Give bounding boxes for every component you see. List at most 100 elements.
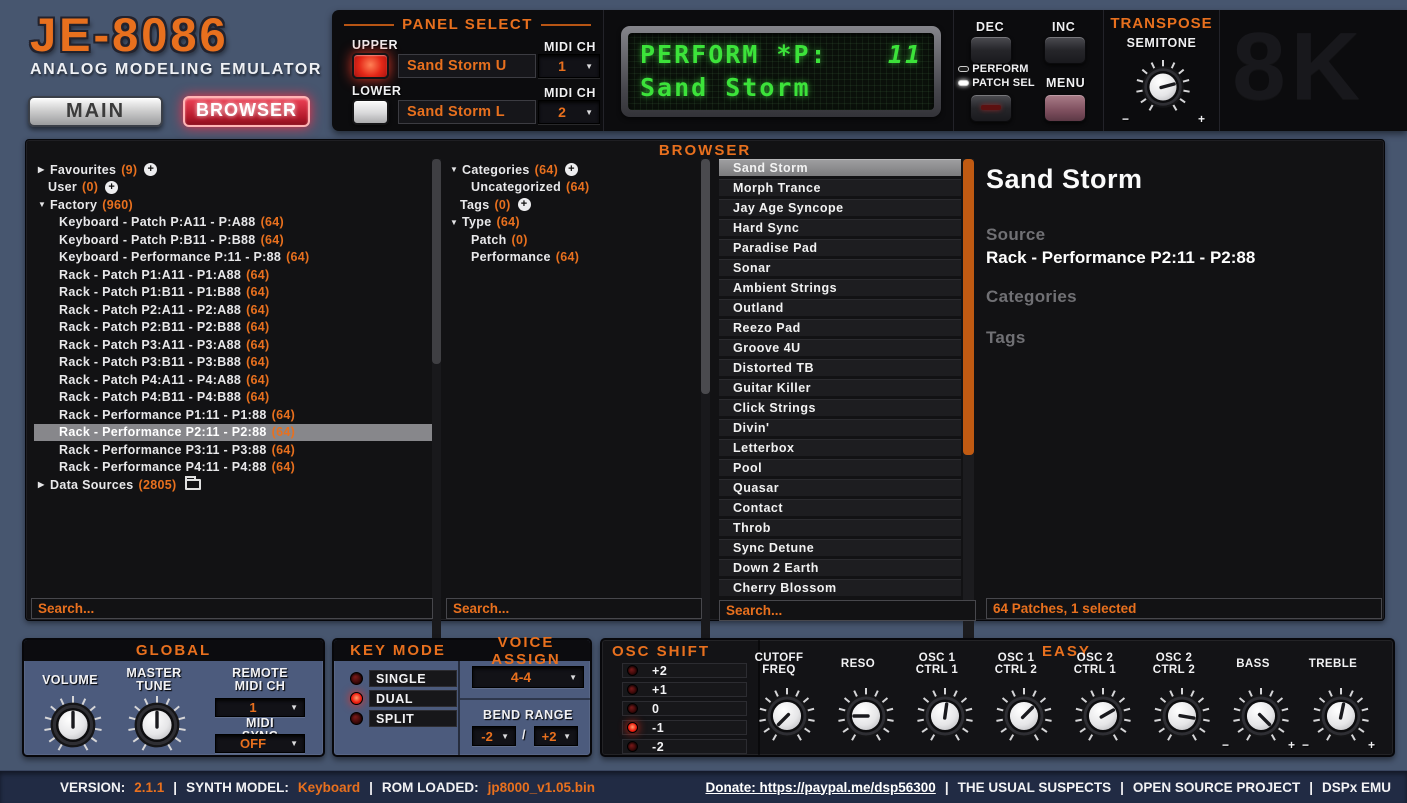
tree-item[interactable]: ▼ Categories (64) + <box>446 161 698 179</box>
osc-shift-zero[interactable]: 0 <box>622 701 747 716</box>
patch-row[interactable]: Throb <box>719 519 961 536</box>
patch-row[interactable]: Down 2 Earth <box>719 559 961 576</box>
dec-button[interactable] <box>970 36 1012 64</box>
patch-row[interactable]: Jay Age Syncope <box>719 199 961 216</box>
expand-icon[interactable]: ▶ <box>38 165 50 174</box>
master-tune-knob[interactable] <box>120 688 194 762</box>
tree-item[interactable]: ▼ Type (64) <box>446 214 698 232</box>
osc-shift-plus2[interactable]: +2 <box>622 663 747 678</box>
add-icon[interactable]: + <box>517 198 531 212</box>
tree-item[interactable]: Rack - Patch P1:B11 - P1:B88 (64) <box>34 284 432 302</box>
bass-knob[interactable] <box>1225 680 1297 752</box>
patch-row[interactable]: Morph Trance <box>719 179 961 196</box>
lower-midi-dropdown[interactable]: 2 ▼ <box>538 100 600 124</box>
tree-item[interactable]: Rack - Performance P2:11 - P2:88 (64) <box>34 423 432 441</box>
tree-item[interactable]: Rack - Patch P2:B11 - P2:B88 (64) <box>34 319 432 337</box>
patch-search-input[interactable] <box>719 600 976 621</box>
reso-knob[interactable] <box>830 680 902 752</box>
add-icon[interactable]: + <box>144 163 158 177</box>
tree-item[interactable]: User (0) + <box>34 179 432 197</box>
tree-item[interactable]: Rack - Patch P4:A11 - P4:A88 (64) <box>34 371 432 389</box>
lower-patch-field[interactable]: Sand Storm L <box>398 100 536 124</box>
osc1-ctrl1-knob[interactable] <box>909 680 981 752</box>
upper-panel-button[interactable] <box>352 53 389 79</box>
osc2-ctrl2-knob[interactable] <box>1146 680 1218 752</box>
cutoff-freq-knob[interactable] <box>751 680 823 752</box>
donate-link[interactable]: Donate: https://paypal.me/dsp56300 <box>706 780 936 795</box>
patch-row[interactable]: Paradise Pad <box>719 239 961 256</box>
add-icon[interactable]: + <box>105 180 119 194</box>
upper-midi-dropdown[interactable]: 1 ▼ <box>538 54 600 78</box>
volume-knob[interactable] <box>36 688 110 762</box>
tree-item[interactable]: ▼ Factory (960) <box>34 196 432 214</box>
lower-panel-button[interactable] <box>352 99 389 125</box>
add-icon[interactable]: + <box>565 163 579 177</box>
osc-shift-minus2[interactable]: -2 <box>622 739 747 754</box>
bend-range-low-dropdown[interactable]: -2 ▼ <box>472 726 516 746</box>
tree-item[interactable]: Keyboard - Patch P:B11 - P:B88 (64) <box>34 231 432 249</box>
library-search-input[interactable] <box>31 598 433 619</box>
patch-row[interactable]: Divin' <box>719 419 961 436</box>
patch-row[interactable]: Groove 4U <box>719 339 961 356</box>
semitone-knob[interactable] <box>1128 52 1198 122</box>
patch-row[interactable]: Distorted TB <box>719 359 961 376</box>
folder-icon[interactable] <box>185 476 202 491</box>
key-mode-dual[interactable]: DUAL <box>350 690 457 707</box>
scrollbar-thumb[interactable] <box>432 159 441 364</box>
tree-item[interactable]: Rack - Patch P4:B11 - P4:B88 (64) <box>34 389 432 407</box>
patch-row[interactable]: Click Strings <box>719 399 961 416</box>
tree-item[interactable]: Rack - Patch P3:A11 - P3:A88 (64) <box>34 336 432 354</box>
tree-item[interactable]: ▶ Data Sources (2805) <box>34 476 432 494</box>
patch-row[interactable]: Quasar <box>719 479 961 496</box>
voice-assign-dropdown[interactable]: 4-4 ▼ <box>472 666 584 688</box>
key-mode-split[interactable]: SPLIT <box>350 710 457 727</box>
tree-item[interactable]: Keyboard - Patch P:A11 - P:A88 (64) <box>34 214 432 232</box>
patch-row[interactable]: Contact <box>719 499 961 516</box>
tree-item[interactable]: Rack - Performance P3:11 - P3:88 (64) <box>34 441 432 459</box>
patch-row[interactable]: Sand Storm <box>719 159 961 176</box>
browser-tab-button[interactable]: BROWSER <box>183 96 310 127</box>
osc-shift-minus1[interactable]: -1 <box>622 720 747 735</box>
collapse-icon[interactable]: ▼ <box>450 165 462 174</box>
remote-midi-dropdown[interactable]: 1 ▼ <box>215 698 305 717</box>
patch-row[interactable]: Reezo Pad <box>719 319 961 336</box>
osc1-ctrl2-knob[interactable] <box>988 680 1060 752</box>
patch-row[interactable]: Hard Sync <box>719 219 961 236</box>
main-tab-button[interactable]: MAIN <box>28 96 163 127</box>
perform-patch-sel-button[interactable] <box>970 94 1012 122</box>
osc2-ctrl1-knob[interactable] <box>1067 680 1139 752</box>
tree-item[interactable]: Rack - Patch P2:A11 - P2:A88 (64) <box>34 301 432 319</box>
patch-row[interactable]: Letterbox <box>719 439 961 456</box>
patch-row[interactable]: Ambient Strings <box>719 279 961 296</box>
upper-patch-field[interactable]: Sand Storm U <box>398 54 536 78</box>
collapse-icon[interactable]: ▼ <box>450 218 462 227</box>
osc-shift-plus1[interactable]: +1 <box>622 682 747 697</box>
tree-item[interactable]: Rack - Performance P4:11 - P4:88 (64) <box>34 459 432 477</box>
inc-button[interactable] <box>1044 36 1086 64</box>
patch-row[interactable]: Guitar Killer <box>719 379 961 396</box>
tree-item[interactable]: Performance (64) <box>446 249 698 267</box>
category-search-input[interactable] <box>446 598 702 619</box>
patch-row[interactable]: Cherry Blossom <box>719 579 961 596</box>
tree-item[interactable]: Patch (0) <box>446 231 698 249</box>
patch-row[interactable]: Sonar <box>719 259 961 276</box>
patch-row[interactable]: Sync Detune <box>719 539 961 556</box>
expand-icon[interactable]: ▶ <box>38 480 50 489</box>
tree-item[interactable]: Tags (0) + <box>446 196 698 214</box>
treble-knob[interactable] <box>1305 680 1377 752</box>
tree-item[interactable]: Uncategorized (64) <box>446 179 698 197</box>
scrollbar-thumb[interactable] <box>701 159 710 394</box>
tree-item[interactable]: Rack - Patch P1:A11 - P1:A88 (64) <box>34 266 432 284</box>
tree-item[interactable]: Keyboard - Performance P:11 - P:88 (64) <box>34 249 432 267</box>
bend-range-high-dropdown[interactable]: +2 ▼ <box>534 726 578 746</box>
patch-row[interactable]: Outland <box>719 299 961 316</box>
key-mode-single[interactable]: SINGLE <box>350 670 457 687</box>
patch-row[interactable]: Pool <box>719 459 961 476</box>
tree-item[interactable]: Rack - Patch P3:B11 - P3:B88 (64) <box>34 354 432 372</box>
midi-sync-dropdown[interactable]: OFF ▼ <box>215 734 305 753</box>
menu-button[interactable] <box>1044 94 1086 122</box>
tree-item[interactable]: ▶ Favourites (9) + <box>34 161 432 179</box>
collapse-icon[interactable]: ▼ <box>38 200 50 209</box>
scrollbar-thumb[interactable] <box>963 159 974 455</box>
tree-item[interactable]: Rack - Performance P1:11 - P1:88 (64) <box>34 406 432 424</box>
